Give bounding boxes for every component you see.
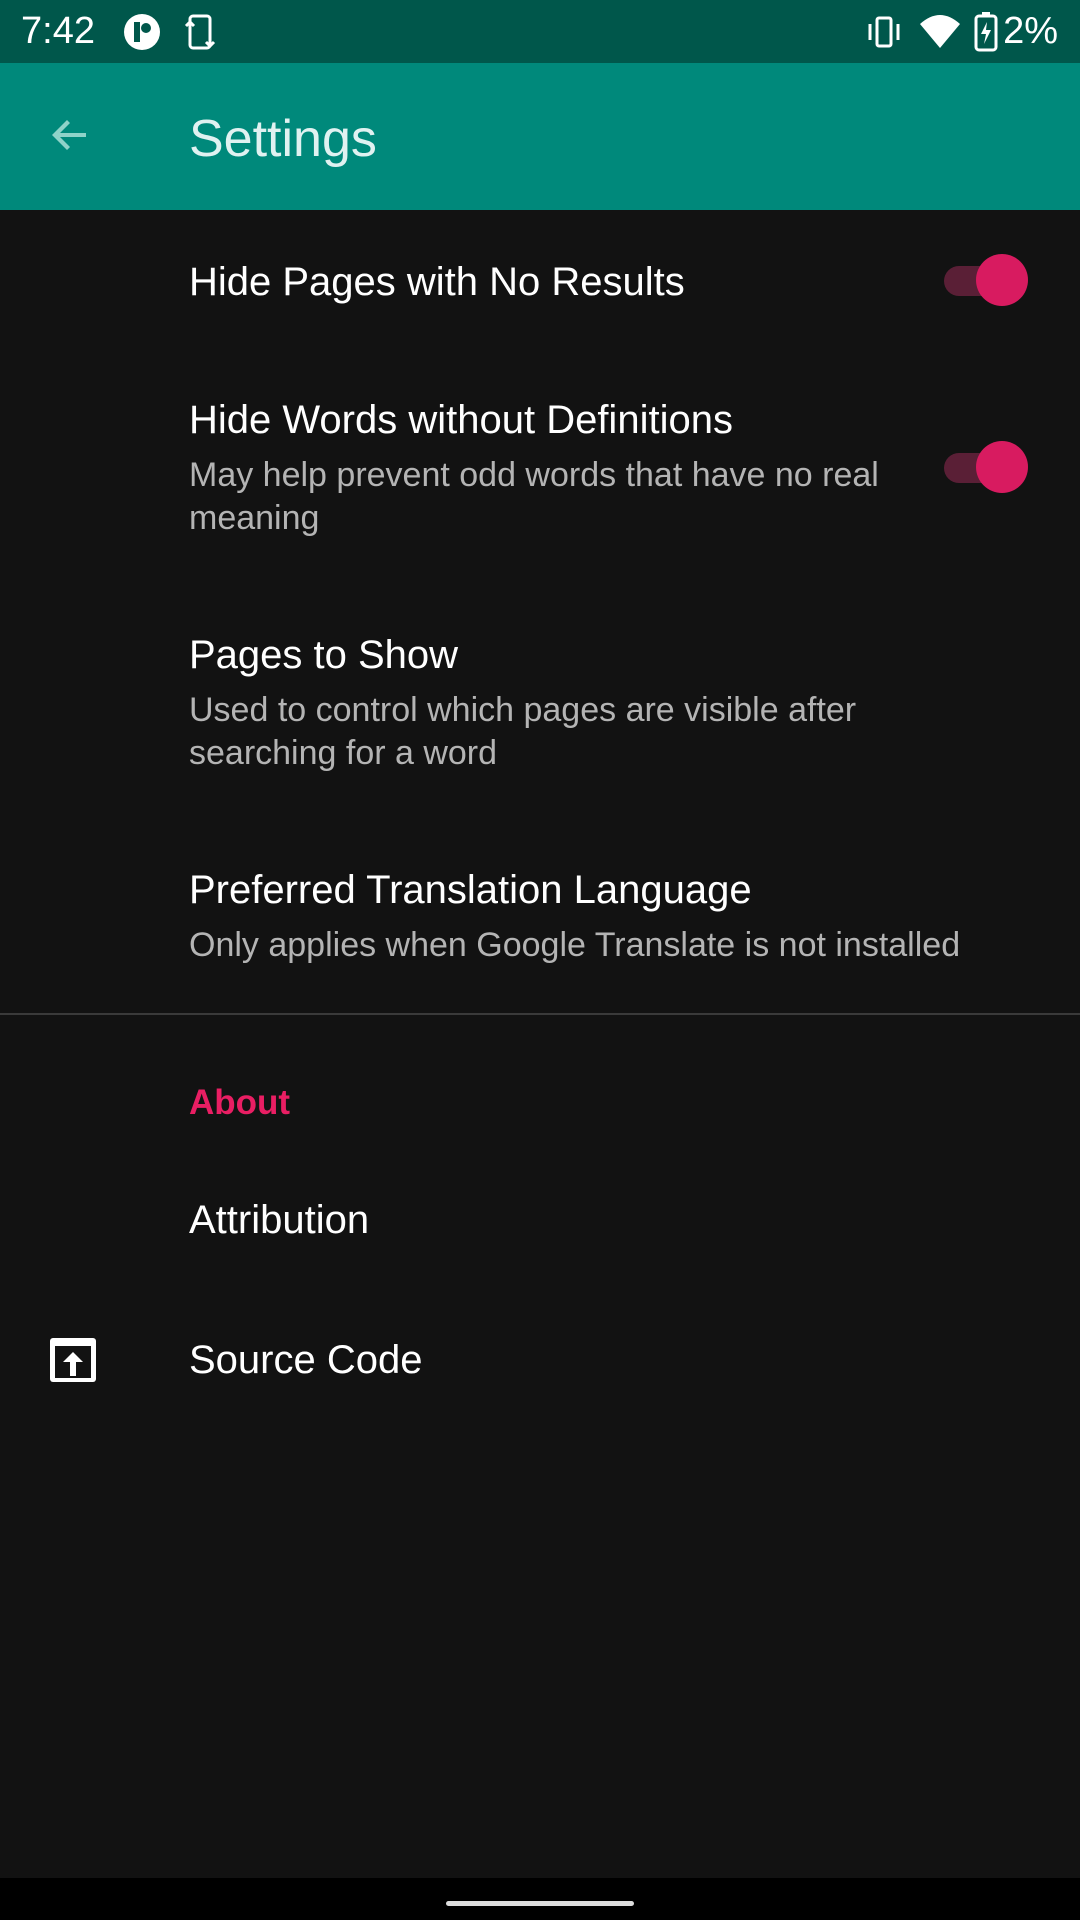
pref-hide-words-no-definitions[interactable]: Hide Words without Definitions May help …	[0, 350, 1080, 585]
hide-pages-switch[interactable]	[944, 254, 1028, 306]
pref-summary: Only applies when Google Translate is no…	[189, 926, 961, 964]
pref-title: Hide Words without Definitions	[189, 398, 733, 442]
status-time: 7:42	[21, 10, 95, 52]
pref-hide-pages-no-results[interactable]: Hide Pages with No Results	[0, 210, 1080, 350]
screen-rotate-icon	[180, 12, 220, 57]
about-category-title: About	[189, 1083, 291, 1122]
pref-title: Preferred Translation Language	[189, 868, 752, 912]
switch-thumb	[976, 441, 1028, 493]
pref-summary: May help prevent odd words that have no …	[189, 456, 879, 537]
page-title: Settings	[189, 110, 377, 168]
section-divider	[0, 1013, 1080, 1015]
pref-source-code[interactable]: Source Code	[0, 1290, 1080, 1430]
back-button[interactable]	[40, 107, 100, 167]
arrow-back-icon	[46, 111, 94, 164]
pref-attribution[interactable]: Attribution	[0, 1150, 1080, 1290]
pref-summary: Used to control which pages are visible …	[189, 691, 857, 772]
pref-title: Attribution	[189, 1198, 370, 1242]
pref-title: Source Code	[189, 1338, 423, 1382]
app-notification-icon	[122, 12, 162, 57]
gesture-navigation-bar	[0, 1878, 1080, 1920]
open-in-browser-icon	[48, 1336, 98, 1389]
switch-thumb	[976, 254, 1028, 306]
status-bar: 7:42 2%	[0, 0, 1080, 63]
vibrate-icon	[864, 12, 904, 57]
settings-screen: 7:42 2% Settings Hide Pages with No Resu…	[0, 0, 1080, 1920]
battery-charging-icon	[972, 12, 1000, 57]
wifi-icon	[918, 12, 962, 57]
pref-title: Hide Pages with No Results	[189, 260, 685, 304]
app-bar: Settings	[0, 63, 1080, 210]
pref-title: Pages to Show	[189, 633, 459, 677]
battery-percentage: 2%	[1003, 10, 1058, 52]
pref-pages-to-show[interactable]: Pages to Show Used to control which page…	[0, 585, 1080, 820]
pref-preferred-translation-language[interactable]: Preferred Translation Language Only appl…	[0, 820, 1080, 1012]
home-handle[interactable]	[446, 1901, 634, 1906]
hide-words-switch[interactable]	[944, 441, 1028, 493]
